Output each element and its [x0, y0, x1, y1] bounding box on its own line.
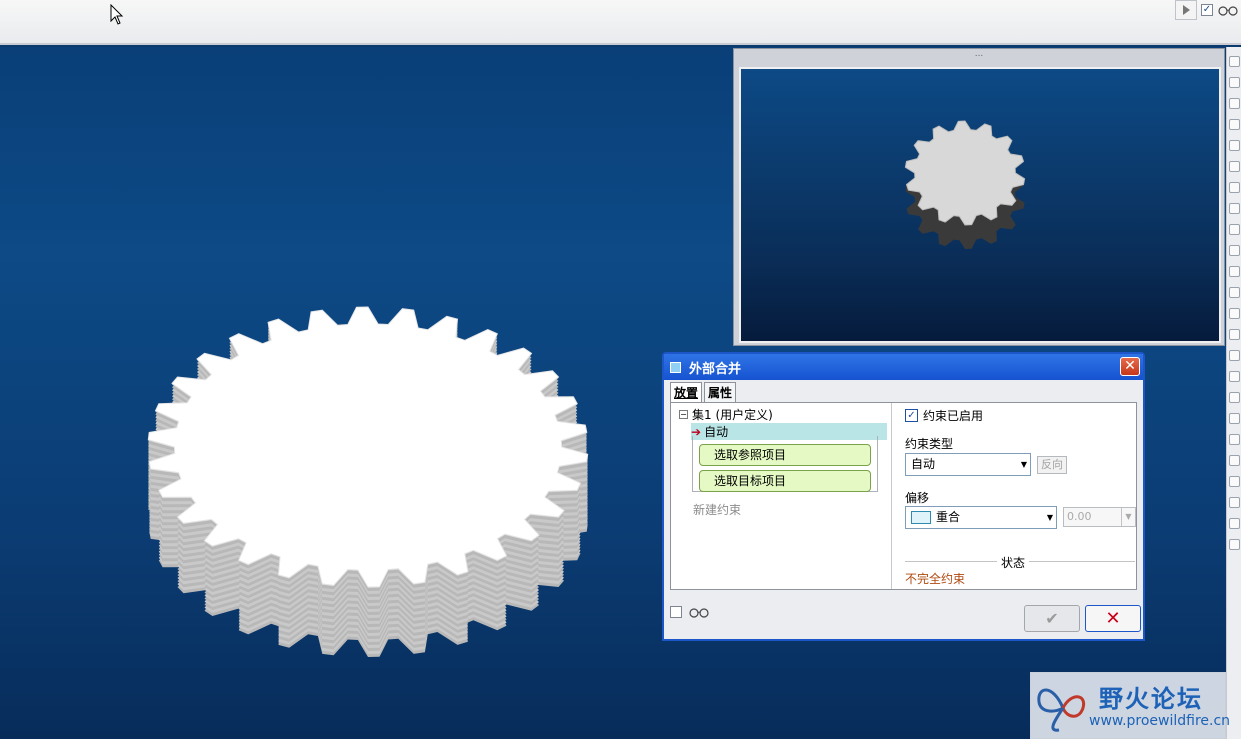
tool-icon-16[interactable] — [1229, 371, 1240, 382]
tool-icon-1[interactable] — [1229, 56, 1240, 67]
tab-properties[interactable]: 属性 — [704, 382, 737, 402]
tool-icon-6[interactable] — [1229, 161, 1240, 172]
offset-type-value: 重合 — [936, 510, 961, 524]
preview-grip[interactable]: ... — [734, 49, 1224, 63]
preview-checkbox[interactable] — [670, 606, 682, 618]
coincident-icon — [911, 511, 931, 524]
mouse-cursor-icon — [110, 4, 124, 25]
collapse-icon[interactable]: − — [679, 410, 688, 419]
dialog-bottom-left — [670, 606, 710, 618]
tool-icon-23[interactable] — [1229, 518, 1240, 529]
placement-panel: − 集1 (用户定义) ➔ 自动 选取参照项目 选取目标项目 新建约束 ✓ 约束… — [670, 402, 1137, 590]
play-button[interactable] — [1175, 0, 1197, 20]
status-label: 状态 — [997, 554, 1030, 571]
play-icon — [1183, 5, 1190, 15]
tool-icon-12[interactable] — [1229, 287, 1240, 298]
constraint-enabled-checkbox[interactable]: ✓ — [905, 409, 918, 422]
constraint-type-select[interactable]: 自动 ▼ — [905, 453, 1031, 476]
tool-icon-22[interactable] — [1229, 497, 1240, 508]
glasses-icon[interactable] — [1217, 4, 1239, 16]
toolbar-checkbox[interactable]: ✓ — [1201, 4, 1213, 16]
toolbar-right-group: ✓ — [1175, 0, 1241, 20]
large-gear-model[interactable] — [0, 47, 620, 739]
tool-icon-7[interactable] — [1229, 182, 1240, 193]
component-preview-window[interactable]: ... — [733, 48, 1225, 346]
forum-watermark: 野火论坛 www.proewildfire.cn — [1030, 672, 1230, 739]
tool-icon-5[interactable] — [1229, 140, 1240, 151]
offset-value-text: 0.00 — [1067, 510, 1092, 523]
external-merge-dialog: 外部合并 ✕ 放置 属性 − 集1 (用户定义) ➔ 自动 选取参照项目 选取目… — [662, 352, 1145, 641]
new-constraint-link[interactable]: 新建约束 — [693, 501, 741, 518]
watermark-title: 野火论坛 — [1099, 685, 1203, 713]
tool-icon-21[interactable] — [1229, 476, 1240, 487]
tool-icon-3[interactable] — [1229, 98, 1240, 109]
dialog-tabs: 放置 属性 — [670, 382, 737, 402]
chevron-down-icon[interactable]: ▼ — [1121, 508, 1135, 526]
constraint-type-value: 自动 — [911, 457, 936, 471]
chevron-down-icon: ▼ — [1046, 513, 1053, 522]
tool-icon-9[interactable] — [1229, 224, 1240, 235]
offset-type-select[interactable]: 重合 ▼ — [905, 506, 1057, 529]
select-reference-collector[interactable]: 选取参照项目 — [699, 444, 871, 466]
status-text: 不完全约束 — [905, 572, 966, 586]
constraint-set-label: 集1 (用户定义) — [692, 408, 773, 422]
ok-button[interactable]: ✔ — [1024, 605, 1080, 632]
watermark-url: www.proewildfire.cn — [1089, 713, 1231, 729]
tool-icon-18[interactable] — [1229, 413, 1240, 424]
constraint-settings: ✓ 约束已启用 约束类型 自动 ▼ 反向 偏移 重合 ▼ 0.00 ▼ 状态 不… — [897, 403, 1136, 589]
select-target-collector[interactable]: 选取目标项目 — [699, 470, 871, 492]
constraint-tree: − 集1 (用户定义) ➔ 自动 选取参照项目 选取目标项目 新建约束 — [673, 405, 889, 587]
chevron-down-icon: ▼ — [1020, 460, 1027, 469]
butterfly-logo-icon — [1037, 688, 1086, 732]
constraint-set-row[interactable]: − 集1 (用户定义) — [679, 406, 773, 423]
preview-canvas[interactable] — [739, 67, 1221, 343]
tool-icon-11[interactable] — [1229, 266, 1240, 277]
tool-icon-14[interactable] — [1229, 329, 1240, 340]
tool-icon-2[interactable] — [1229, 77, 1240, 88]
tab-placement[interactable]: 放置 — [670, 382, 703, 402]
right-toolstrip — [1226, 47, 1241, 739]
tool-icon-13[interactable] — [1229, 308, 1240, 319]
top-toolbar: ✓ — [0, 0, 1241, 45]
offset-label: 偏移 — [905, 491, 930, 505]
constraint-enabled-row[interactable]: ✓ 约束已启用 — [905, 407, 983, 424]
panel-divider — [891, 403, 892, 589]
constraint-type-label: 约束类型 — [905, 437, 954, 451]
glasses-icon[interactable] — [688, 606, 710, 618]
tool-icon-19[interactable] — [1229, 434, 1240, 445]
reverse-button[interactable]: 反向 — [1037, 456, 1067, 474]
dialog-title: 外部合并 — [689, 361, 742, 377]
dialog-app-icon — [670, 361, 681, 373]
dialog-titlebar[interactable]: 外部合并 — [664, 354, 1143, 380]
tool-icon-8[interactable] — [1229, 203, 1240, 214]
tool-icon-10[interactable] — [1229, 245, 1240, 256]
constraint-enabled-label: 约束已启用 — [923, 409, 984, 423]
tool-icon-17[interactable] — [1229, 392, 1240, 403]
tool-icon-24[interactable] — [1229, 539, 1240, 550]
small-gear-model[interactable] — [741, 69, 1219, 341]
tool-icon-4[interactable] — [1229, 119, 1240, 130]
offset-value-input[interactable]: 0.00 ▼ — [1063, 507, 1136, 527]
tool-icon-20[interactable] — [1229, 455, 1240, 466]
tool-icon-15[interactable] — [1229, 350, 1240, 361]
cancel-button[interactable]: ✕ — [1085, 605, 1141, 632]
close-button[interactable]: ✕ — [1120, 357, 1140, 376]
